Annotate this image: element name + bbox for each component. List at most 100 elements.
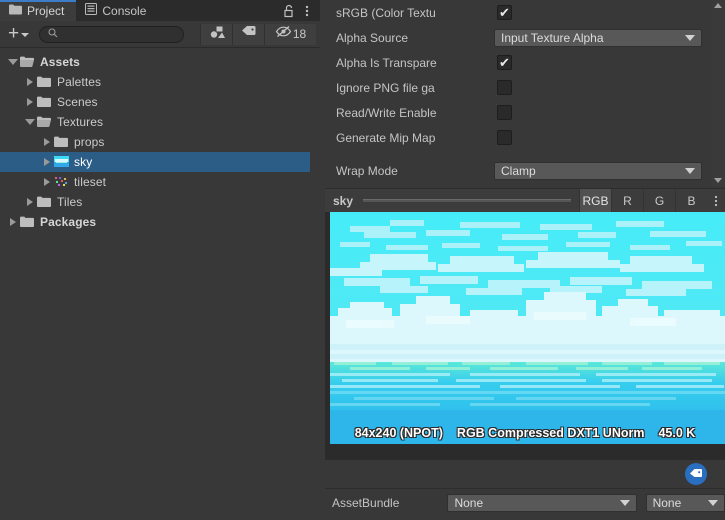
tree-item-textures[interactable]: Textures <box>0 112 320 132</box>
chevron-right-icon[interactable] <box>40 176 53 189</box>
chevron-right-icon[interactable] <box>40 136 53 149</box>
asset-tree[interactable]: Assets Palettes Scenes Textures props sky tile… <box>0 48 320 520</box>
folder-open-icon <box>37 116 53 129</box>
assetbundle-variant-dropdown[interactable]: None <box>645 493 725 512</box>
search-input[interactable] <box>62 28 176 40</box>
tree-item-label: sky <box>74 155 93 169</box>
texture-info-bar: 84x240 (NPOT) RGB Compressed DXT1 UNorm … <box>325 422 725 444</box>
toolbar-button-group: 18 <box>200 23 316 45</box>
texture-import-settings: sRGB (Color Textu Alpha Source Input Textu… <box>320 0 725 183</box>
create-asset-button[interactable]: + <box>4 23 33 44</box>
folder-icon <box>54 136 70 149</box>
chevron-down-icon <box>21 33 30 37</box>
checkbox-ignore-png-file-ga[interactable] <box>497 80 512 95</box>
preview-zoom-slider[interactable] <box>363 196 571 206</box>
scrollbar-track[interactable] <box>714 11 722 175</box>
property-row-alpha-is-transpare: Alpha Is Transpare <box>320 50 725 75</box>
filter-by-type-icon <box>209 25 225 44</box>
checkbox-read-write-enable[interactable] <box>497 105 512 120</box>
assetbundle-label: AssetBundle <box>332 495 400 510</box>
chevron-right-icon[interactable] <box>23 96 36 109</box>
inspector-panel: sRGB (Color Textu Alpha Source Input Textu… <box>320 0 725 520</box>
channel-button-r[interactable]: R <box>611 188 643 213</box>
tree-item-label: Tiles <box>57 195 83 209</box>
inspector-scrollbar[interactable] <box>711 0 725 186</box>
texture-sky-icon <box>54 155 70 169</box>
assetbundle-name-dropdown[interactable]: None <box>447 493 637 512</box>
assetbundle-variant-value: None <box>652 495 682 510</box>
lock-open-icon[interactable] <box>281 3 297 19</box>
plus-icon: + <box>8 23 20 44</box>
property-label: Wrap Mode <box>336 163 398 178</box>
project-panel: Project Console + 18 Assets Palettes Sce… <box>0 0 320 520</box>
scroll-up-arrow-icon[interactable] <box>711 0 725 11</box>
chevron-right-icon[interactable] <box>23 196 36 209</box>
tab-console[interactable]: Console <box>76 0 158 21</box>
panel-tab-strip: Project Console <box>0 0 320 21</box>
filter-by-label-button[interactable] <box>232 23 264 45</box>
tree-item-sky[interactable]: sky <box>0 152 320 172</box>
checkbox-srgb-color-textu[interactable] <box>497 5 512 20</box>
hidden-count-label: 18 <box>292 27 307 41</box>
tree-item-props[interactable]: props <box>0 132 320 152</box>
label-tag-icon[interactable] <box>685 463 707 485</box>
chevron-down-icon[interactable] <box>23 116 36 129</box>
assetbundle-name-value: None <box>454 495 484 510</box>
chevron-right-icon[interactable] <box>40 156 53 169</box>
texture-format: RGB Compressed DXT1 UNorm <box>456 426 645 440</box>
tree-item-label: Scenes <box>57 95 98 109</box>
dropdown-alpha-source[interactable]: Input Texture Alpha <box>494 28 702 47</box>
chevron-down-icon <box>619 499 630 506</box>
property-row-generate-mip-map: Generate Mip Map <box>320 125 725 150</box>
hidden-count-icon <box>275 25 292 43</box>
checkbox-generate-mip-map[interactable] <box>497 130 512 145</box>
property-row-wrap-mode: Wrap Mode Clamp <box>320 158 725 183</box>
chevron-down-icon[interactable] <box>6 56 19 69</box>
property-label: Read/Write Enable <box>336 105 437 120</box>
scroll-down-arrow-icon[interactable] <box>711 175 725 186</box>
property-row-alpha-source: Alpha Source Input Texture Alpha <box>320 25 725 50</box>
folder-icon <box>37 96 53 109</box>
channel-button-b[interactable]: B <box>675 188 707 213</box>
tree-item-assets[interactable]: Assets <box>0 52 320 72</box>
channel-button-rgb[interactable]: RGB <box>579 188 611 213</box>
tree-item-label: tileset <box>74 175 107 189</box>
search-icon <box>48 25 58 43</box>
sky-texture-art <box>330 212 725 444</box>
tree-item-scenes[interactable]: Scenes <box>0 92 320 112</box>
tree-item-tiles[interactable]: Tiles <box>0 192 320 212</box>
asset-labels-row <box>325 460 725 488</box>
kebab-menu-icon[interactable] <box>299 3 315 19</box>
dropdown-value: Clamp <box>501 163 536 178</box>
tree-item-label: Packages <box>40 215 97 229</box>
tree-right-gutter <box>310 48 320 520</box>
channel-button-g[interactable]: G <box>643 188 675 213</box>
chevron-right-icon[interactable] <box>6 216 19 229</box>
chevron-right-icon[interactable] <box>23 76 36 89</box>
property-row-srgb-color-textu: sRGB (Color Textu <box>320 0 725 25</box>
tree-item-packages[interactable]: Packages <box>0 212 320 232</box>
tree-item-label: props <box>74 135 105 149</box>
search-field[interactable] <box>39 25 185 43</box>
tree-item-label: Palettes <box>57 75 102 89</box>
tree-item-palettes[interactable]: Palettes <box>0 72 320 92</box>
hidden-assets-button[interactable]: 18 <box>264 23 316 45</box>
property-row-ignore-png-file-ga: Ignore PNG file ga <box>320 75 725 100</box>
property-row-read-write-enable: Read/Write Enable <box>320 100 725 125</box>
tree-item-tileset[interactable]: tileset <box>0 172 320 192</box>
folder-icon <box>37 196 53 209</box>
property-label: Generate Mip Map <box>336 130 436 145</box>
property-label: sRGB (Color Textu <box>336 5 436 20</box>
panel-header-icons <box>281 0 320 21</box>
filter-by-type-button[interactable] <box>200 23 232 45</box>
preview-kebab-menu-icon[interactable] <box>707 189 725 213</box>
dropdown-wrap-mode[interactable]: Clamp <box>494 161 702 180</box>
tab-project[interactable]: Project <box>0 0 77 21</box>
texture-preview-area[interactable]: 84x240 (NPOT) RGB Compressed DXT1 UNorm … <box>325 212 725 460</box>
texture-dimensions: 84x240 (NPOT) <box>354 426 443 440</box>
tab-console-label: Console <box>102 3 147 18</box>
property-label: Alpha Source <box>336 30 409 45</box>
chevron-down-icon <box>707 499 718 506</box>
checkbox-alpha-is-transpare[interactable] <box>497 55 512 70</box>
tree-item-label: Textures <box>57 115 104 129</box>
